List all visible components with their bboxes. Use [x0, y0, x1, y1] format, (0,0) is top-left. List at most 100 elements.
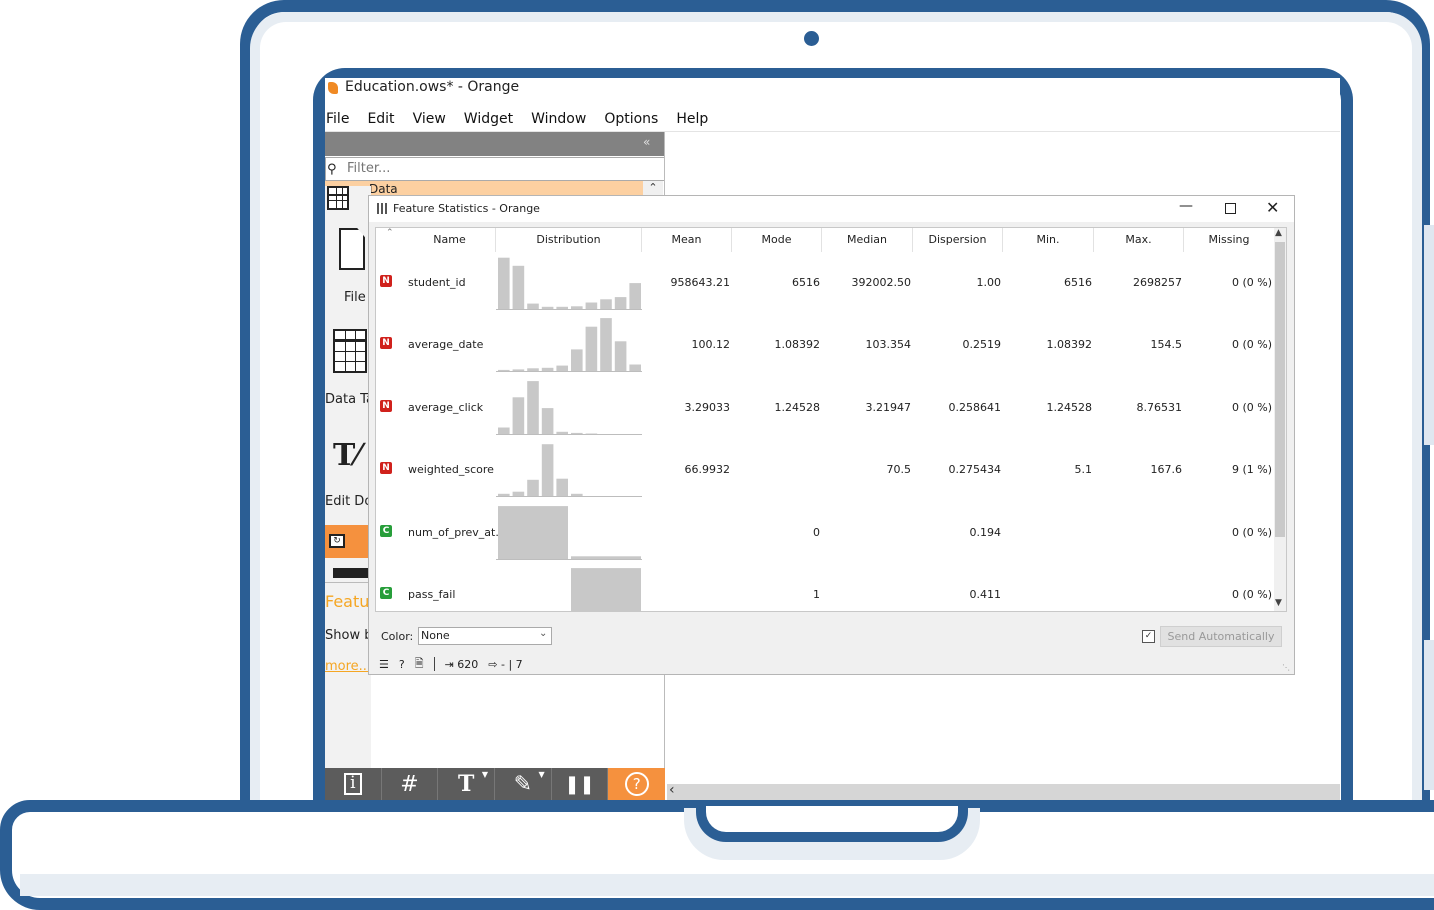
maximize-icon[interactable]	[1225, 203, 1236, 214]
cell-mode: 1	[813, 588, 820, 601]
histogram-svg	[496, 380, 642, 435]
widget-icon-partial	[333, 568, 368, 578]
histogram-bar	[629, 364, 641, 372]
resize-grip-icon[interactable]: ⋱	[1282, 663, 1290, 672]
histogram-bar	[498, 505, 568, 559]
histogram-bar	[629, 283, 641, 309]
numeric-type-icon: N	[380, 275, 392, 287]
cell-dispersion: 0.2519	[962, 338, 1002, 352]
cell-median: 103.354	[865, 338, 912, 352]
histogram-bar	[556, 431, 568, 434]
app-title: Education.ows* - Orange	[345, 79, 520, 95]
histogram-bar	[512, 491, 525, 497]
table-row[interactable]: Naverage_click 3.29033 1.24528 3.21947 0.258…	[376, 379, 1276, 441]
pause-button[interactable]: ❚❚	[552, 768, 609, 800]
column-header-median[interactable]: Median	[822, 228, 913, 252]
text-annotation-button[interactable]: T ▼	[438, 768, 496, 800]
cell-mean: 3.29033	[684, 400, 731, 414]
histogram-bar	[600, 299, 612, 309]
column-header-min[interactable]: Min.	[1003, 228, 1094, 252]
scroll-up-icon[interactable]: ▲	[1275, 228, 1282, 238]
close-icon[interactable]: ✕	[1266, 198, 1279, 217]
help-more-link[interactable]: more...	[325, 659, 371, 674]
menu-icon[interactable]: ☰	[379, 658, 389, 671]
cell-dispersion: 0.411	[969, 588, 1002, 601]
data-table-widget-icon[interactable]	[333, 329, 367, 373]
pause-icon: ❚❚	[564, 773, 595, 795]
column-header-mean[interactable]: Mean	[642, 228, 732, 252]
cell-missing: 0 (0 %)	[1231, 338, 1272, 352]
widget-label-file: File	[344, 290, 366, 305]
numeric-type-icon: N	[380, 337, 392, 350]
filter-input[interactable]	[345, 158, 649, 178]
categorical-type-icon: C	[380, 587, 392, 599]
cell-missing: 0 (0 %)	[1231, 400, 1272, 414]
scroll-thumb[interactable]	[1275, 242, 1285, 537]
sort-indicator-icon[interactable]: ⌃	[386, 228, 394, 238]
menu-widget[interactable]: Widget	[455, 108, 522, 130]
table-row[interactable]: Nstudent_id 958643.21 6516 392002.50 1.00 651…	[376, 254, 1276, 316]
cell-min: 1.08392	[1046, 338, 1093, 352]
send-automatically-checkbox[interactable]: ✓	[1142, 630, 1155, 643]
table-row[interactable]: Cpass_fail 1 0.411 0 (0 %)	[376, 566, 1276, 611]
report-icon[interactable]: 🗎	[415, 655, 424, 674]
histogram-bar	[614, 297, 627, 309]
cell-max: 8.76531	[1136, 400, 1183, 414]
arrow-annotation-button[interactable]: ✎ ▼	[495, 768, 552, 800]
dropdown-triangle-icon: ▼	[538, 770, 545, 779]
camera-icon	[804, 31, 819, 46]
menu-window[interactable]: Window	[522, 108, 595, 130]
table-row[interactable]: Nweighted_score 66.9932 70.5 0.275434 5.1 167…	[376, 441, 1276, 503]
histogram-bar	[498, 493, 510, 497]
histogram-bar	[498, 257, 510, 309]
menu-edit[interactable]: Edit	[358, 108, 403, 130]
output-summary: ⇨ - | 7	[488, 657, 523, 671]
feature-name: student_id	[408, 276, 466, 289]
minimize-icon[interactable]: —	[1179, 198, 1193, 214]
cell-median: 70.5	[886, 463, 912, 477]
column-header-max[interactable]: Max.	[1094, 228, 1184, 252]
grid-button[interactable]: #	[382, 768, 439, 800]
cell-mode: 6516	[792, 276, 820, 289]
cell-mean: 958643.21	[670, 276, 731, 289]
help-icon: ?	[624, 772, 649, 796]
menu-options[interactable]: Options	[595, 108, 667, 130]
histogram-bar	[527, 303, 539, 309]
cell-median: 3.21947	[865, 400, 912, 414]
file-widget-icon[interactable]	[339, 228, 365, 270]
cell-mode: 1.08392	[774, 338, 821, 352]
window-title: Feature Statistics - Orange	[393, 202, 540, 215]
feature-name: num_of_prev_at...	[408, 525, 506, 539]
column-header-distribution[interactable]: Distribution	[496, 228, 642, 252]
histogram-bar	[600, 318, 612, 372]
help-question-icon[interactable]: ?	[399, 658, 405, 671]
cell-missing: 0 (0 %)	[1231, 276, 1272, 289]
cell-dispersion: 1.00	[976, 276, 1002, 289]
menu-file[interactable]: File	[325, 108, 358, 130]
canvas-hscrollbar[interactable]	[667, 784, 1340, 800]
status-divider	[433, 657, 435, 671]
column-header-name[interactable]: Name	[404, 228, 496, 252]
column-header-mode[interactable]: Mode	[732, 228, 822, 252]
histogram-bar	[556, 306, 568, 309]
histogram-bar	[541, 444, 554, 497]
menu-help[interactable]: Help	[667, 108, 717, 130]
column-header-dispersion[interactable]: Dispersion	[913, 228, 1003, 252]
collapse-toolbox-icon[interactable]: «	[643, 135, 650, 149]
input-count: 620	[457, 657, 479, 671]
help-button[interactable]: ?	[608, 768, 665, 800]
histogram-svg	[496, 444, 642, 498]
cell-median: 392002.50	[851, 276, 912, 289]
edit-domain-widget-icon[interactable]: T⁄	[333, 438, 360, 473]
distribution-histogram	[496, 379, 642, 435]
info-button[interactable]: i	[325, 768, 382, 800]
table-row[interactable]: Cnum_of_prev_at... 0 0.194 0 (0 %)	[376, 504, 1276, 566]
table-row[interactable]: Naverage_date 100.12 1.08392 103.354 0.2519 1…	[376, 316, 1276, 378]
scroll-down-icon[interactable]: ▼	[1275, 598, 1282, 608]
column-header-missing[interactable]: Missing	[1184, 228, 1274, 252]
cell-dispersion: 0.275434	[948, 463, 1002, 477]
histogram-bar	[571, 493, 583, 497]
send-automatically-button[interactable]: Send Automatically	[1160, 626, 1282, 647]
menu-view[interactable]: View	[404, 108, 455, 130]
scroll-left-icon[interactable]: ‹	[669, 782, 675, 798]
